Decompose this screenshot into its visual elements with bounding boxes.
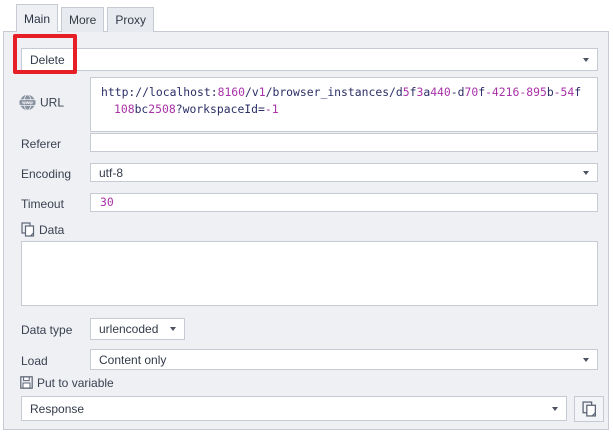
data-type-dropdown-value: urlencoded [99, 322, 158, 336]
chevron-down-icon [583, 171, 589, 175]
tab-proxy[interactable]: Proxy [107, 7, 154, 32]
referer-input[interactable] [90, 133, 598, 152]
method-dropdown[interactable]: Delete [21, 48, 598, 71]
chevron-down-icon [583, 58, 589, 62]
encoding-dropdown[interactable]: utf-8 [90, 163, 598, 182]
data-label: Data [21, 222, 64, 237]
timeout-value: 30 [100, 194, 114, 211]
tab-more[interactable]: More [61, 7, 104, 32]
response-variable-dropdown[interactable]: Response [21, 396, 567, 421]
referer-label: Referer [21, 136, 61, 151]
svg-text:www: www [21, 100, 33, 105]
put-to-variable-label: Put to variable [20, 375, 114, 390]
copy-pages-icon [21, 222, 35, 237]
floppy-save-icon [20, 376, 33, 389]
encoding-dropdown-value: utf-8 [99, 166, 123, 180]
main-tab-panel: Delete www URL http://localhost:8160/v1/… [3, 31, 609, 430]
timeout-input[interactable]: 30 [90, 193, 598, 212]
tab-bar: Main More Proxy [16, 4, 157, 32]
data-textarea[interactable] [21, 241, 598, 306]
encoding-label: Encoding [21, 166, 71, 181]
http-request-settings-window: { "tabs": [ { "label": "Main", "active":… [0, 0, 613, 433]
chevron-down-icon [170, 327, 176, 331]
data-type-label: Data type [21, 322, 72, 337]
url-text-line2: 108bc2508?workspaceId=-1 [101, 101, 587, 118]
load-dropdown[interactable]: Content only [90, 349, 598, 370]
chevron-down-icon [583, 358, 589, 362]
load-label: Load [21, 353, 48, 368]
globe-www-icon: www [19, 94, 36, 111]
url-text-line1: http://localhost:8160/v1/browser_instanc… [101, 84, 587, 101]
timeout-label: Timeout [21, 196, 64, 211]
load-dropdown-value: Content only [99, 353, 166, 367]
method-dropdown-value: Delete [30, 53, 65, 67]
chevron-down-icon [552, 407, 558, 411]
url-input[interactable]: http://localhost:8160/v1/browser_instanc… [90, 77, 598, 132]
response-variable-value: Response [30, 402, 84, 416]
tab-main[interactable]: Main [16, 4, 58, 32]
url-label: www URL [19, 94, 64, 111]
copy-variable-button[interactable] [574, 396, 604, 422]
data-type-dropdown[interactable]: urlencoded [90, 318, 185, 340]
copy-pages-icon [582, 401, 597, 417]
